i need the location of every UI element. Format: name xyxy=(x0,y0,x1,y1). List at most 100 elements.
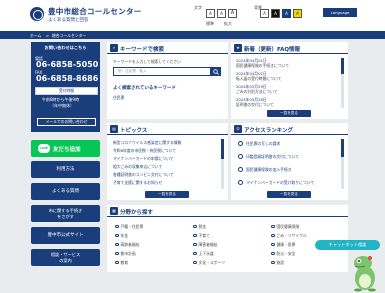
category-item[interactable]: 防災・安全 xyxy=(271,251,295,257)
category-item[interactable]: 税金 xyxy=(193,224,206,230)
latest-panel-title: 新着（更新）FAQ情報 xyxy=(244,46,301,53)
search-hint: キーワードを入力して検索してください xyxy=(113,59,182,64)
categories-panel: ▦ 分野から探す 戸籍・住民票 年金 高齢者福祉 都市計画 教育 税金 子育て … xyxy=(107,205,348,272)
ranking-item[interactable]: マイナンバーカードの受け取りについて xyxy=(246,180,314,186)
category-bullet-icon xyxy=(115,260,119,265)
search-input[interactable]: 例：住民票 転入 xyxy=(113,67,217,76)
faq-button[interactable]: よくある質問 xyxy=(31,183,100,200)
hours-label: 受付時間 xyxy=(35,87,98,95)
category-item[interactable]: 高齢者福祉 xyxy=(115,242,139,248)
color-black-button[interactable]: A xyxy=(271,9,280,18)
topic-item[interactable]: 令和6年度の市民税・府民税について xyxy=(113,148,176,154)
latest-more-button[interactable]: 一覧を見る xyxy=(267,110,311,117)
category-bullet-icon xyxy=(193,224,197,229)
font-large-button[interactable]: A xyxy=(217,9,226,18)
topic-item[interactable]: マイナンバーカードの申請について xyxy=(113,156,174,162)
category-bullet-icon xyxy=(115,242,119,247)
topics-panel-title: トピックス xyxy=(120,127,148,134)
font-large-label: 拡大 xyxy=(224,21,232,26)
category-item[interactable]: 障害者福祉 xyxy=(193,242,217,248)
topic-item[interactable]: 子育て支援に関するお知らせ xyxy=(113,180,162,186)
category-bullet-icon xyxy=(193,242,197,247)
search-button[interactable] xyxy=(210,67,221,76)
rank-2-icon xyxy=(238,154,243,159)
mascot-icon[interactable] xyxy=(350,252,380,292)
category-item[interactable]: ごみ・リサイクル xyxy=(271,233,307,239)
categories-panel-title: 分野から探す xyxy=(120,209,154,216)
language-button[interactable]: Language xyxy=(323,8,357,17)
line-icon: LINE xyxy=(38,144,50,153)
category-item[interactable]: 子育て xyxy=(193,233,210,239)
topic-item[interactable]: 新型コロナウイルス感染症に関する情報 xyxy=(113,140,181,146)
font-size-label: 文字 xyxy=(194,5,202,10)
font-small-button[interactable]: A xyxy=(206,9,215,18)
topic-item[interactable]: 各種証明書のコンビニ交付について xyxy=(113,172,174,178)
magnifier-icon xyxy=(212,68,219,75)
ranking-scroll-thumb[interactable] xyxy=(341,139,344,157)
category-item[interactable]: 年金 xyxy=(115,233,128,239)
contact-card: お問い合わせはこちら 電話 06-6858-5050 FAX 06-6858-8… xyxy=(31,42,100,132)
latest-scroll-thumb[interactable] xyxy=(341,58,344,74)
topics-panel-header: ▤ トピックス xyxy=(107,123,228,135)
city-logo-icon[interactable] xyxy=(30,7,44,21)
color-yellow-button[interactable]: A xyxy=(293,9,302,18)
latest-item[interactable]: 証明書の交付について xyxy=(236,102,274,108)
category-bullet-icon xyxy=(271,233,275,238)
chatbot-button[interactable]: チャットボット相談 xyxy=(315,240,380,250)
latest-item[interactable]: 国民健康保険の手続きについて xyxy=(236,63,289,69)
category-item[interactable]: 施設 xyxy=(271,260,284,266)
topics-more-button[interactable]: 一覧を見る xyxy=(145,191,189,198)
category-item[interactable]: 都市計画 xyxy=(115,251,136,257)
latest-item[interactable]: 転入届の受付時間について xyxy=(236,76,281,82)
tel-number[interactable]: 06-6858-5050 xyxy=(36,60,98,69)
breadcrumb-current: 総合コールセンター xyxy=(52,32,87,38)
fax-number: 06-6858-8686 xyxy=(36,74,99,83)
font-reset-button[interactable]: A xyxy=(228,9,237,18)
topic-item[interactable]: 粗大ごみの収集申込について xyxy=(113,164,162,170)
site-title[interactable]: 豊中市総合コールセンター xyxy=(48,6,142,17)
topics-scroll-thumb[interactable] xyxy=(221,139,224,159)
ranking-item[interactable]: 印鑑登録証明書の交付について xyxy=(246,154,299,160)
category-item[interactable]: 国民健康保険 xyxy=(271,224,299,230)
ranking-item[interactable]: 住民票の写しの請求 xyxy=(246,141,280,147)
procedures-button[interactable]: 市に関する手続き をさがす xyxy=(31,205,100,222)
breadcrumb-separator: > xyxy=(46,32,50,38)
category-item[interactable]: 文化・スポーツ xyxy=(193,260,225,266)
usage-button[interactable]: 利用方法 xyxy=(31,161,100,178)
line-add-friend-button[interactable]: LINE 友だち追加 xyxy=(31,140,100,157)
ranking-item[interactable]: 国民健康保険の加入手続き xyxy=(246,167,292,173)
category-bullet-icon xyxy=(115,233,119,238)
category-item[interactable]: 教育 xyxy=(115,260,128,266)
topics-icon: ▤ xyxy=(110,125,118,133)
site-header: 豊中市総合コールセンター よくある質問と回答 文字 A A A 標準 拡大 背景… xyxy=(0,0,385,31)
color-blue-button[interactable]: A xyxy=(282,9,291,18)
site-subtitle: よくある質問と回答 xyxy=(48,18,89,23)
ranking-more-button[interactable]: 一覧を見る xyxy=(267,191,311,198)
breadcrumb-home[interactable]: ホーム xyxy=(30,33,41,39)
rank-3-icon xyxy=(238,167,243,172)
official-site-button[interactable]: 豊中市公式サイト xyxy=(31,227,100,244)
category-bullet-icon xyxy=(271,224,275,229)
contact-heading: お問い合わせはこちら xyxy=(44,45,87,50)
category-bullet-icon xyxy=(271,260,275,265)
latest-item[interactable]: ごみの分別方法について xyxy=(236,89,278,95)
category-bullet-icon xyxy=(115,224,119,229)
color-white-button[interactable]: A xyxy=(260,9,269,18)
crown-icon: ♔ xyxy=(234,125,242,133)
line-button-label: 友だち追加 xyxy=(53,147,81,153)
category-item[interactable]: 戸籍・住民票 xyxy=(115,224,143,230)
topics-panel: ▤ トピックス 新型コロナウイルス感染症に関する情報 令和6年度の市民税・府民税… xyxy=(107,123,228,200)
popular-keyword-tag[interactable]: 住民票 xyxy=(113,95,124,101)
services-button[interactable]: 相談・サービス の案内 xyxy=(31,249,100,266)
rank-4-icon xyxy=(238,180,243,185)
category-bullet-icon xyxy=(193,233,197,238)
new-icon: ★ xyxy=(234,44,242,52)
rank-1-icon xyxy=(238,141,243,146)
category-item[interactable]: 上下水道 xyxy=(193,251,214,257)
email-contact-button[interactable]: メールでのお問い合わせ xyxy=(37,118,96,126)
keyword-panel-title: キーワードで検索 xyxy=(120,46,165,53)
ranking-panel: ♔ アクセスランキング 住民票の写しの請求 印鑑登録証明書の交付について 国民健… xyxy=(231,123,348,200)
category-bullet-icon xyxy=(115,251,119,256)
services-label-2: の案内 xyxy=(59,257,72,263)
category-item[interactable]: 健康・医療 xyxy=(271,242,295,248)
